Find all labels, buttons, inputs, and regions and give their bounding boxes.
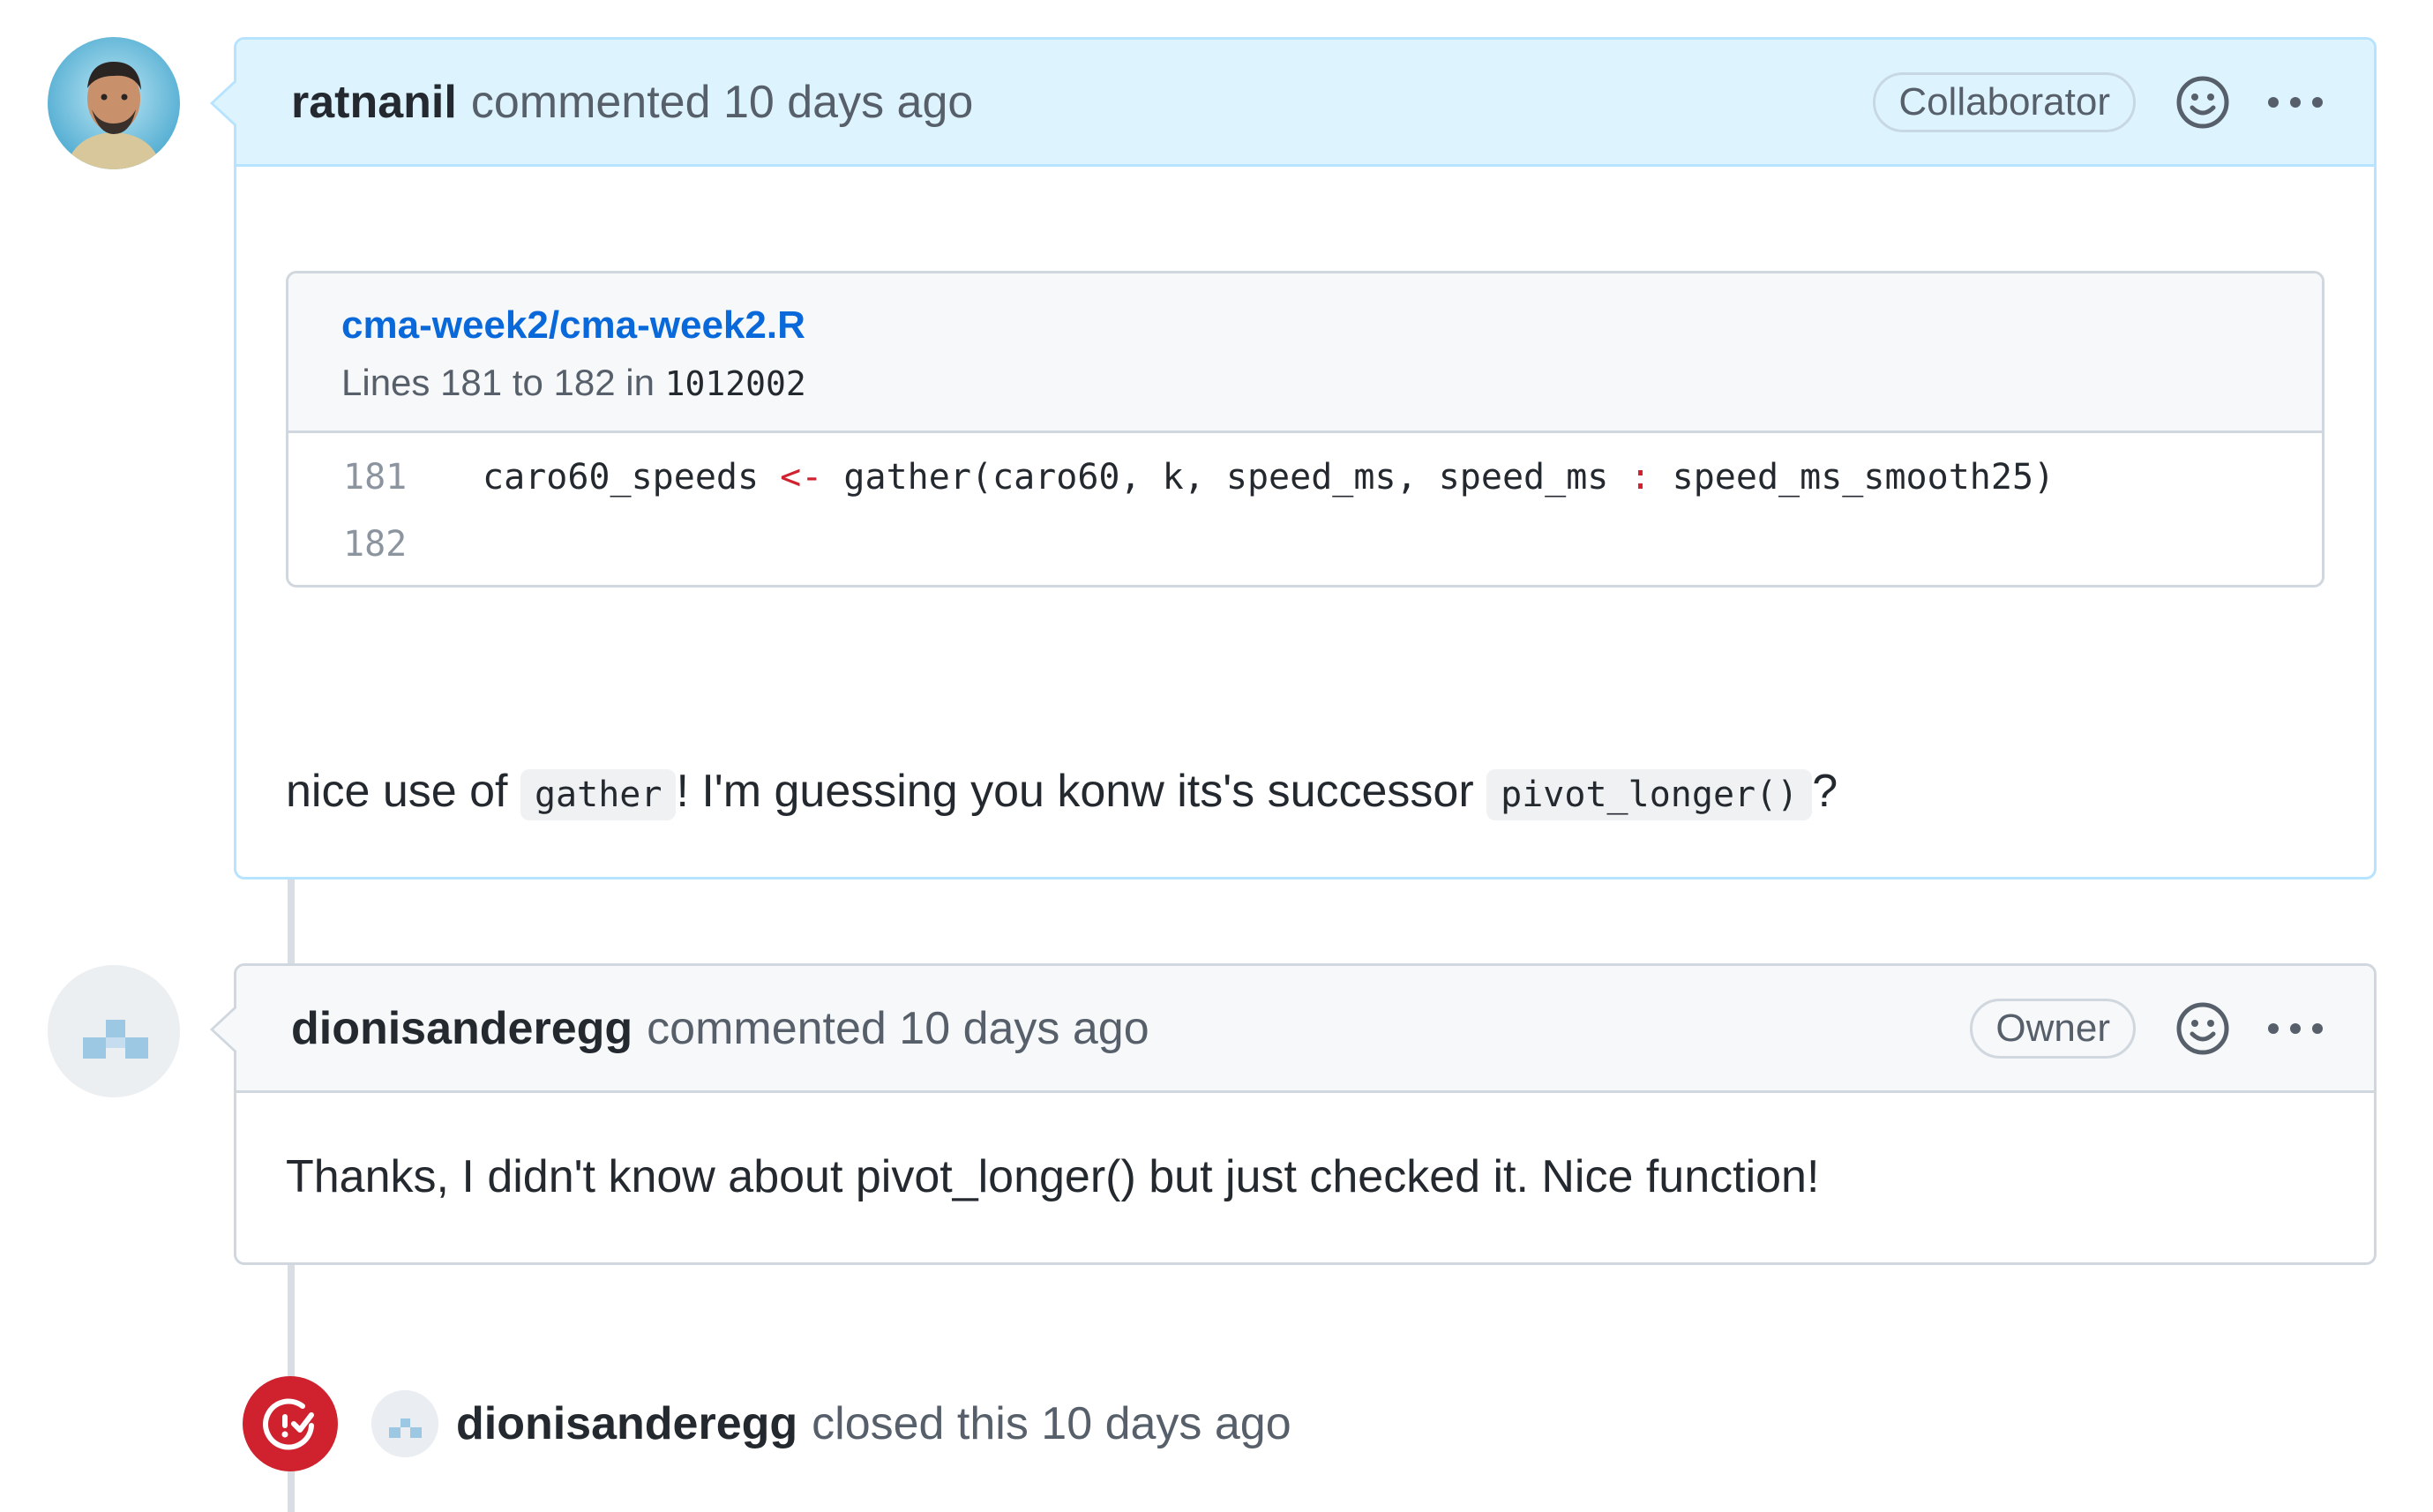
- more-options-button[interactable]: [2266, 94, 2324, 111]
- inline-code: pivot_longer(): [1486, 769, 1813, 820]
- actor-avatar[interactable]: [371, 1390, 438, 1457]
- snippet-file-link[interactable]: cma-week2/cma-week2.R: [341, 303, 2269, 348]
- avatar-ratnanil[interactable]: [48, 37, 180, 169]
- snippet-line-range: Lines 181 to 182 in 1012002: [341, 362, 806, 403]
- issue-closed-icon: [263, 1398, 314, 1450]
- comment-author[interactable]: dionisanderegg: [291, 1002, 633, 1055]
- kebab-horizontal-icon: [2268, 1022, 2323, 1034]
- comment-author[interactable]: ratnanil: [291, 76, 457, 129]
- event-text: closed this 10 days ago: [812, 1398, 1291, 1449]
- snippet-header: cma-week2/cma-week2.R Lines 181 to 182 i…: [288, 273, 2322, 433]
- add-reaction-button[interactable]: [2175, 74, 2231, 131]
- line-number[interactable]: 182: [288, 524, 438, 565]
- commit-sha-link[interactable]: 1012002: [665, 364, 806, 403]
- smiley-icon: [2176, 1002, 2229, 1054]
- comment-timestamp[interactable]: commented 10 days ago: [647, 1002, 1149, 1055]
- code-snippet: cma-week2/cma-week2.R Lines 181 to 182 i…: [286, 271, 2324, 588]
- kebab-horizontal-icon: [2268, 96, 2323, 108]
- role-badge: Owner: [1970, 998, 2136, 1059]
- identicon-icon: [48, 965, 180, 1097]
- issue-closed-badge: [243, 1376, 338, 1471]
- identicon-icon: [371, 1390, 438, 1457]
- code-line: 181 caro60_speeds <- gather(caro60, k, s…: [288, 444, 2322, 511]
- user-photo-icon: [48, 37, 180, 169]
- avatar-dionisanderegg[interactable]: [48, 965, 180, 1097]
- line-number[interactable]: 181: [288, 457, 438, 498]
- comment-header: ratnanil commented 10 days ago Collabora…: [210, 40, 2374, 167]
- comment-card: dionisanderegg commented 10 days ago Own…: [210, 963, 2377, 1265]
- add-reaction-button[interactable]: [2175, 1000, 2231, 1057]
- comment-header: dionisanderegg commented 10 days ago Own…: [210, 966, 2374, 1093]
- comment-card: ratnanil commented 10 days ago Collabora…: [210, 37, 2377, 880]
- timeline-event-closed: dionisanderegg closed this 10 days ago: [243, 1376, 1291, 1471]
- role-badge: Collaborator: [1873, 71, 2136, 132]
- snippet-code: 181 caro60_speeds <- gather(caro60, k, s…: [288, 433, 2322, 585]
- comment-body: nice use of gather! I'm guessing you kon…: [286, 588, 2324, 877]
- inline-code: gather: [520, 769, 677, 820]
- smiley-icon: [2176, 76, 2229, 128]
- event-actor[interactable]: dionisanderegg: [456, 1397, 797, 1450]
- more-options-button[interactable]: [2266, 1020, 2324, 1037]
- code-text: caro60_speeds <- gather(caro60, k, speed…: [483, 457, 2055, 498]
- comment-timestamp[interactable]: commented 10 days ago: [471, 76, 973, 129]
- comment-body: Thanks, I didn't know about pivot_longer…: [286, 1151, 1820, 1202]
- code-line: 182: [288, 511, 2322, 578]
